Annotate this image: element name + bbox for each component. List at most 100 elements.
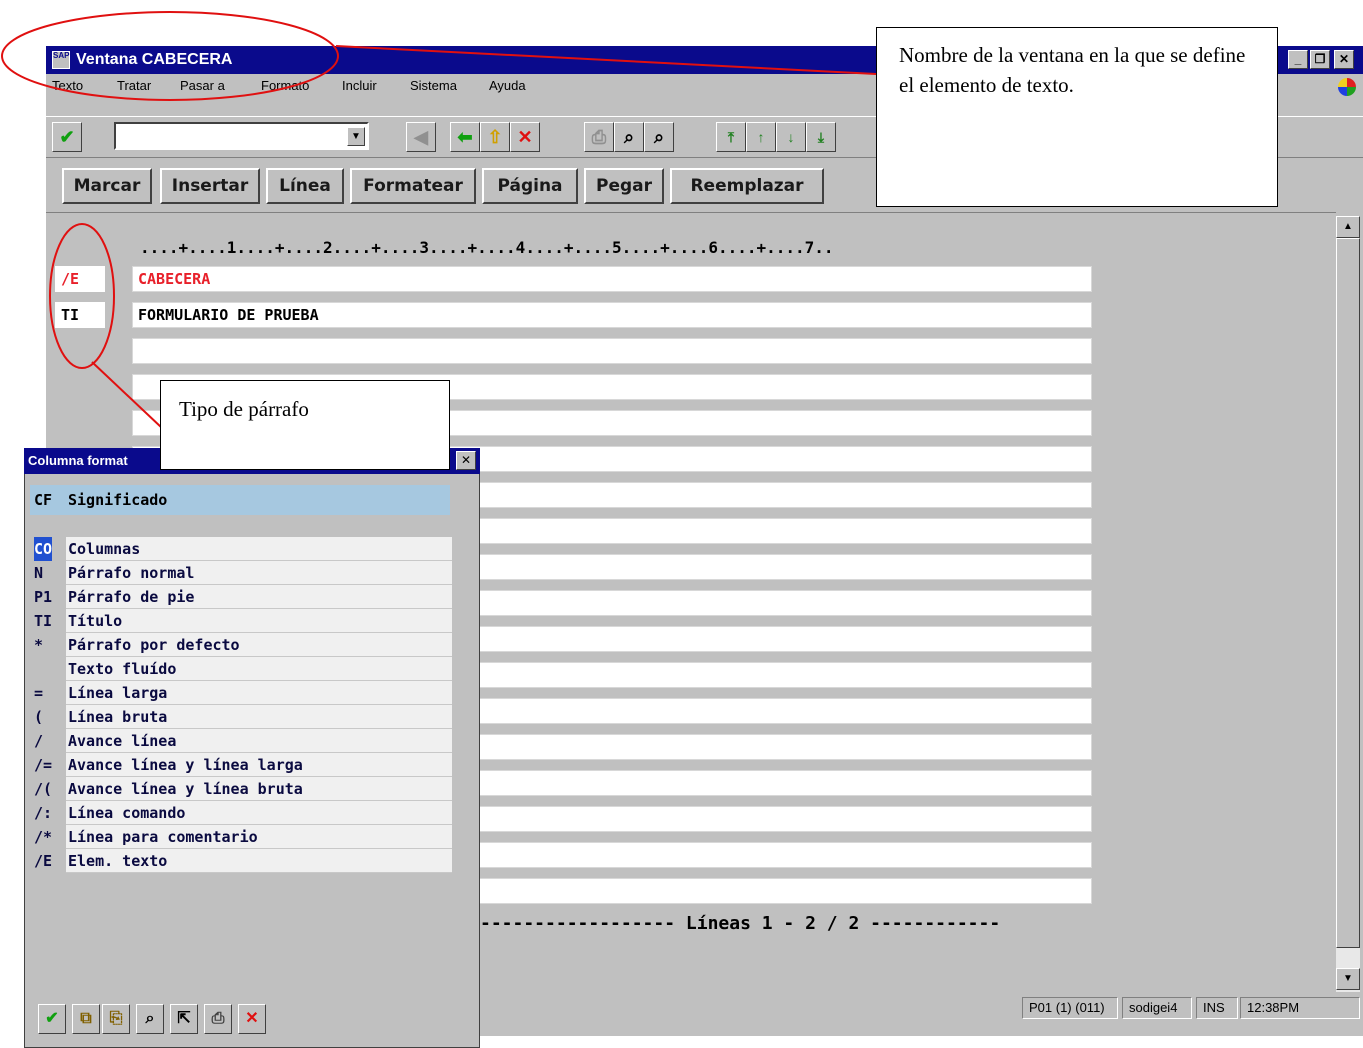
cancel-icon[interactable]: ✕: [238, 1004, 266, 1034]
format-meaning: Título: [66, 609, 452, 633]
format-option-row[interactable]: ( Línea bruta: [30, 705, 452, 729]
format-meaning: Avance línea y línea bruta: [66, 777, 452, 801]
format-meaning: Línea bruta: [66, 705, 452, 729]
format-code: N: [34, 564, 44, 582]
format-column-cell[interactable]: /E: [55, 266, 105, 292]
command-field[interactable]: ▼: [114, 122, 369, 150]
popup-close-icon[interactable]: ✕: [456, 451, 476, 470]
format-meaning: Columnas: [66, 537, 452, 561]
editor-line[interactable]: FORMULARIO DE PRUEBA: [132, 302, 1092, 328]
format-column-cell[interactable]: TI: [55, 302, 105, 328]
format-meaning: Texto fluído: [66, 657, 452, 681]
format-code: =: [34, 684, 44, 702]
pegar-button[interactable]: Pegar: [584, 168, 664, 204]
format-code: P1: [34, 588, 53, 606]
menu-ayuda[interactable]: Ayuda: [489, 78, 526, 93]
scroll-up-icon[interactable]: ▲: [1336, 216, 1360, 238]
format-meaning: Línea larga: [66, 681, 452, 705]
status-host: sodigei4: [1122, 997, 1192, 1019]
format-code: /E: [34, 852, 53, 870]
export-icon[interactable]: ⇱: [170, 1004, 198, 1034]
vertical-scrollbar[interactable]: ▲ ▼: [1336, 216, 1360, 992]
print-icon[interactable]: ⎙: [584, 122, 614, 152]
check-icon[interactable]: ✔: [52, 122, 82, 152]
status-system: P01 (1) (011): [1022, 997, 1118, 1019]
header-code: CF: [34, 491, 53, 509]
previous-page-icon[interactable]: ↑: [746, 122, 776, 152]
format-meaning: Línea comando: [66, 801, 452, 825]
menu-tratar[interactable]: Tratar: [117, 78, 151, 93]
cancel-icon[interactable]: ✕: [510, 122, 540, 152]
format-option-row[interactable]: /= Avance línea y línea larga: [30, 753, 452, 777]
format-code: CO: [34, 537, 52, 561]
format-option-row[interactable]: /: Línea comando: [30, 801, 452, 825]
reemplazar-button[interactable]: Reemplazar: [670, 168, 824, 204]
format-option-row[interactable]: TI Título: [30, 609, 452, 633]
scroll-down-icon[interactable]: ▼: [1336, 968, 1360, 990]
last-page-icon[interactable]: ⤓: [806, 122, 836, 152]
menu-sistema[interactable]: Sistema: [410, 78, 457, 93]
format-option-row[interactable]: P1 Párrafo de pie: [30, 585, 452, 609]
minimize-button[interactable]: _: [1288, 50, 1308, 69]
menu-incluir[interactable]: Incluir: [342, 78, 377, 93]
copy-icon[interactable]: ⧉: [72, 1004, 100, 1034]
format-meaning: Párrafo por defecto: [66, 633, 452, 657]
insertar-button[interactable]: Insertar: [160, 168, 260, 204]
window-name-callout: Nombre de la ventana en la que se define…: [876, 27, 1278, 207]
menu-formato[interactable]: Formato: [261, 78, 309, 93]
editor-line[interactable]: CABECERA: [132, 266, 1092, 292]
sap-logo-icon: SAP: [52, 51, 70, 69]
format-meaning: Párrafo de pie: [66, 585, 452, 609]
header-meaning: Significado: [68, 491, 168, 509]
first-page-icon[interactable]: ⤒: [716, 122, 746, 152]
formatear-button[interactable]: Formatear: [350, 168, 476, 204]
format-option-row[interactable]: / Avance línea: [30, 729, 452, 753]
format-meaning: Párrafo normal: [66, 561, 452, 585]
format-code: (: [34, 708, 44, 726]
format-option-row[interactable]: /* Línea para comentario: [30, 825, 452, 849]
status-time: 12:38PM: [1240, 997, 1360, 1019]
menu-pasar-a[interactable]: Pasar a: [180, 78, 225, 93]
format-meaning: Línea para comentario: [66, 825, 452, 849]
exit-icon[interactable]: ⇧: [480, 122, 510, 152]
sap-status-icon: [1338, 78, 1356, 96]
back-icon[interactable]: ⬅: [450, 122, 480, 152]
format-code: TI: [34, 612, 53, 630]
find-icon[interactable]: ⌕: [614, 122, 644, 152]
save-icon[interactable]: ◀: [406, 122, 436, 152]
window-title: Ventana CABECERA: [76, 51, 233, 68]
format-option-row[interactable]: = Línea larga: [30, 681, 452, 705]
format-option-row[interactable]: Texto fluído: [30, 657, 452, 681]
format-option-row[interactable]: /E Elem. texto: [30, 849, 452, 873]
format-code: *: [34, 636, 44, 654]
close-button[interactable]: ✕: [1334, 50, 1354, 69]
marcar-button[interactable]: Marcar: [62, 168, 152, 204]
pagina-button[interactable]: Página: [482, 168, 578, 204]
format-option-row[interactable]: /( Avance línea y línea bruta: [30, 777, 452, 801]
print-icon[interactable]: ⎙: [204, 1004, 232, 1034]
status-mode[interactable]: INS: [1196, 997, 1238, 1019]
next-page-icon[interactable]: ↓: [776, 122, 806, 152]
paragraph-type-callout: Tipo de párrafo: [160, 380, 450, 470]
chevron-down-icon[interactable]: ▼: [347, 127, 365, 146]
format-option-row[interactable]: CO Columnas: [30, 537, 452, 561]
confirm-icon[interactable]: ✔: [38, 1004, 66, 1034]
linea-button[interactable]: Línea: [266, 168, 344, 204]
format-code: /*: [34, 828, 53, 846]
format-code: /=: [34, 756, 53, 774]
paste-icon[interactable]: ⎘: [102, 1004, 130, 1034]
find-next-icon[interactable]: ⌕: [644, 122, 674, 152]
editor-ruler: ....+....1....+....2....+....3....+....4…: [140, 238, 834, 257]
scroll-thumb[interactable]: [1336, 238, 1360, 948]
format-option-row[interactable]: N Párrafo normal: [30, 561, 452, 585]
lines-counter: ------------------ Líneas 1 - 2 / 2 ----…: [480, 913, 1001, 934]
editor-line[interactable]: [132, 338, 1092, 364]
format-code: /(: [34, 780, 53, 798]
popup-header-row: CF Significado: [30, 485, 450, 515]
format-meaning: Avance línea y línea larga: [66, 753, 452, 777]
find-icon[interactable]: ⌕: [136, 1004, 164, 1034]
format-meaning: Elem. texto: [66, 849, 452, 873]
format-option-row[interactable]: * Párrafo por defecto: [30, 633, 452, 657]
menu-texto[interactable]: Texto: [52, 78, 83, 93]
maximize-button[interactable]: ❐: [1310, 50, 1330, 69]
